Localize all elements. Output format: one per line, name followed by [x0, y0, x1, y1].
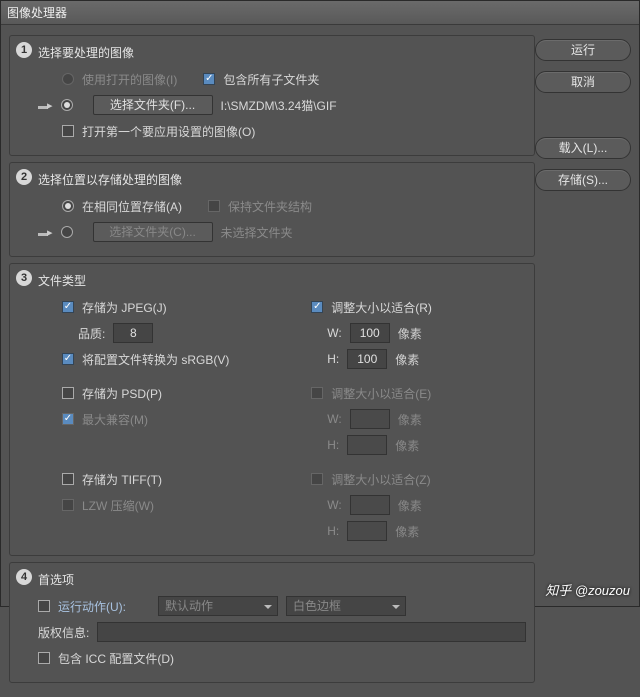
- section-title-1: 选择要处理的图像: [38, 44, 526, 61]
- checkbox-include-icc[interactable]: [38, 652, 50, 664]
- unit-tiff-w: 像素: [398, 497, 422, 514]
- label-jpeg-h: H:: [327, 352, 339, 366]
- label-jpeg-w: W:: [327, 326, 341, 340]
- checkbox-save-tiff[interactable]: [62, 473, 74, 485]
- select-action-name: 白色边框: [286, 596, 406, 616]
- checkbox-save-psd[interactable]: [62, 387, 74, 399]
- radio-use-open-images: [62, 73, 74, 85]
- label-tiff-resize: 调整大小以适合(Z): [331, 471, 430, 488]
- section-destination: 2 选择位置以存储处理的图像 在相同位置存储(A) 保持文件夹结构 选择文件夹(…: [9, 162, 535, 257]
- section-title-2: 选择位置以存储处理的图像: [38, 171, 526, 188]
- label-tiff-h: H:: [327, 524, 339, 538]
- label-save-tiff: 存储为 TIFF(T): [82, 471, 162, 488]
- input-psd-h: [347, 435, 387, 455]
- label-copyright: 版权信息:: [38, 624, 89, 641]
- step-badge-2: 2: [16, 169, 32, 185]
- input-psd-w: [350, 409, 390, 429]
- radio-select-folder[interactable]: [61, 99, 73, 111]
- label-quality: 品质:: [78, 325, 105, 342]
- label-open-first: 打开第一个要应用设置的图像(O): [82, 123, 255, 140]
- folder-icon: [38, 99, 53, 112]
- input-tiff-w: [350, 495, 390, 515]
- radio-dest-folder[interactable]: [61, 226, 73, 238]
- checkbox-open-first[interactable]: [62, 125, 74, 137]
- section-file-type: 3 文件类型 存储为 JPEG(J) 品质:: [9, 263, 535, 556]
- checkbox-lzw: [62, 499, 74, 511]
- input-copyright[interactable]: [97, 622, 526, 642]
- watermark-text: 知乎 @zouzou: [545, 580, 630, 599]
- checkbox-psd-resize: [311, 387, 323, 399]
- label-jpeg-resize: 调整大小以适合(R): [331, 299, 432, 316]
- label-keep-structure: 保持文件夹结构: [228, 198, 312, 215]
- unit-jpeg-h: 像素: [395, 351, 419, 368]
- select-folder-button[interactable]: 选择文件夹(F)...: [93, 95, 213, 115]
- checkbox-include-subfolders[interactable]: [203, 73, 215, 85]
- section-title-3: 文件类型: [38, 272, 526, 289]
- label-run-action: 运行动作(U):: [58, 598, 126, 615]
- label-lzw: LZW 压缩(W): [82, 497, 154, 514]
- unit-psd-h: 像素: [395, 437, 419, 454]
- folder-icon-2: [38, 226, 53, 239]
- step-badge-3: 3: [16, 270, 32, 286]
- label-psd-resize: 调整大小以适合(E): [331, 385, 431, 402]
- label-use-open-images: 使用打开的图像(I): [82, 71, 177, 88]
- section-prefs: 4 首选项 运行动作(U): 默认动作 白色边框 版权信息: 包含 ICC 配置…: [9, 562, 535, 683]
- label-include-subfolders: 包含所有子文件夹: [223, 71, 319, 88]
- label-save-same-location: 在相同位置存储(A): [82, 198, 182, 215]
- input-quality[interactable]: [113, 323, 153, 343]
- step-badge-4: 4: [16, 569, 32, 585]
- window-title: 图像处理器: [1, 1, 639, 25]
- label-tiff-w: W:: [327, 498, 341, 512]
- select-action-set: 默认动作: [158, 596, 278, 616]
- section-source: 1 选择要处理的图像 使用打开的图像(I) 包含所有子文件夹 选择文件夹(F).…: [9, 35, 535, 156]
- input-tiff-h: [347, 521, 387, 541]
- checkbox-jpeg-resize[interactable]: [311, 301, 323, 313]
- input-jpeg-h[interactable]: [347, 349, 387, 369]
- unit-psd-w: 像素: [398, 411, 422, 428]
- checkbox-tiff-resize: [311, 473, 323, 485]
- save-button[interactable]: 存储(S)...: [535, 169, 631, 191]
- label-save-jpeg: 存储为 JPEG(J): [82, 299, 167, 316]
- radio-save-same-location[interactable]: [62, 200, 74, 212]
- label-psd-w: W:: [327, 412, 341, 426]
- label-convert-srgb: 将配置文件转换为 sRGB(V): [82, 351, 229, 368]
- checkbox-max-compat: [62, 413, 74, 425]
- dest-folder-text: 未选择文件夹: [221, 224, 293, 241]
- label-max-compat: 最大兼容(M): [82, 411, 148, 428]
- label-psd-h: H:: [327, 438, 339, 452]
- section-title-4: 首选项: [38, 571, 526, 588]
- run-button[interactable]: 运行: [535, 39, 631, 61]
- checkbox-run-action[interactable]: [38, 600, 50, 612]
- label-include-icc: 包含 ICC 配置文件(D): [58, 650, 174, 667]
- unit-tiff-h: 像素: [395, 523, 419, 540]
- checkbox-save-jpeg[interactable]: [62, 301, 74, 313]
- unit-jpeg-w: 像素: [398, 325, 422, 342]
- step-badge-1: 1: [16, 42, 32, 58]
- load-button[interactable]: 载入(L)...: [535, 137, 631, 159]
- checkbox-keep-structure: [208, 200, 220, 212]
- input-jpeg-w[interactable]: [350, 323, 390, 343]
- cancel-button[interactable]: 取消: [535, 71, 631, 93]
- checkbox-convert-srgb[interactable]: [62, 353, 74, 365]
- dest-folder-button[interactable]: 选择文件夹(C)...: [93, 222, 213, 242]
- folder-path-text: I:\SMZDM\3.24猫\GIF: [221, 97, 337, 114]
- label-save-psd: 存储为 PSD(P): [82, 385, 162, 402]
